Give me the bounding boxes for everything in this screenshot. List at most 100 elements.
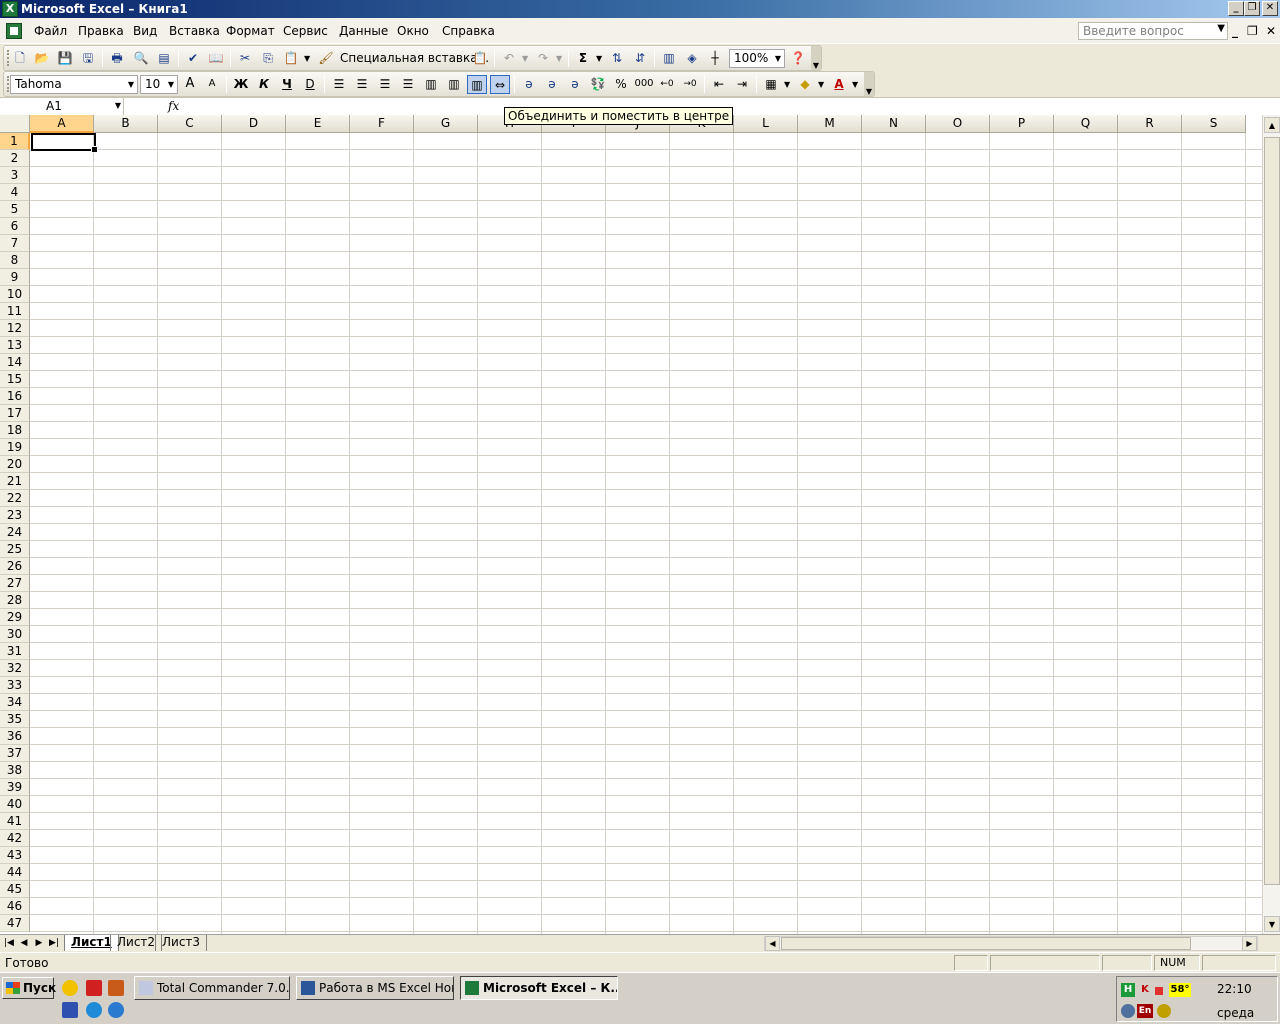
align-left-icon[interactable]: ☰ (329, 75, 349, 94)
task-excel[interactable]: Microsoft Excel – К... (460, 976, 618, 1000)
print-preview-icon[interactable]: 🔍 (131, 49, 151, 68)
row-header-40[interactable]: 40 (0, 796, 30, 813)
quicklaunch-tc-icon[interactable] (62, 1002, 78, 1018)
research-icon[interactable]: ▤ (154, 49, 174, 68)
underline-button[interactable]: Ч (277, 75, 297, 94)
menu-help[interactable]: Справка (442, 24, 495, 38)
doc-close-button[interactable]: ✕ (1266, 24, 1276, 38)
open-folder-icon[interactable]: 📂 (32, 49, 52, 68)
scroll-up-icon[interactable]: ▲ (1264, 117, 1280, 133)
doc-minimize-button[interactable]: _ (1232, 24, 1238, 38)
tray-alert-icon[interactable] (1155, 987, 1163, 995)
chevron-down-icon[interactable]: ▼ (115, 98, 121, 114)
close-button[interactable]: ✕ (1262, 1, 1278, 16)
row-header-21[interactable]: 21 (0, 473, 30, 490)
quicklaunch-ie-icon[interactable] (86, 1002, 102, 1018)
row-header-3[interactable]: 3 (0, 167, 30, 184)
chevron-down-icon[interactable]: ▼ (784, 76, 790, 93)
paste-icon[interactable]: 📋 (281, 49, 301, 68)
text-direction-3-icon[interactable]: ǝ (565, 75, 585, 94)
insert-function-icon[interactable]: fx (168, 99, 179, 113)
row-header-32[interactable]: 32 (0, 660, 30, 677)
row-header-15[interactable]: 15 (0, 371, 30, 388)
active-cell[interactable] (31, 133, 98, 153)
align-right-icon[interactable]: ☰ (375, 75, 395, 94)
spelling-icon[interactable]: ✔ (183, 49, 203, 68)
row-header-37[interactable]: 37 (0, 745, 30, 762)
task-word-document[interactable]: Работа в MS Excel Нов... (296, 976, 454, 1000)
distributed-icon[interactable]: ▥ (421, 75, 441, 94)
row-header-47[interactable]: 47 (0, 915, 30, 932)
row-header-11[interactable]: 11 (0, 303, 30, 320)
quicklaunch-desktop-icon[interactable] (108, 1002, 124, 1018)
chevron-down-icon[interactable]: ▼ (772, 50, 784, 67)
new-document-icon[interactable]: 🗋 (10, 49, 30, 68)
row-header-39[interactable]: 39 (0, 779, 30, 796)
row-header-33[interactable]: 33 (0, 677, 30, 694)
column-header-b[interactable]: B (94, 115, 158, 133)
row-header-42[interactable]: 42 (0, 830, 30, 847)
menu-file[interactable]: Файл (34, 24, 67, 38)
row-header-35[interactable]: 35 (0, 711, 30, 728)
justify-icon[interactable]: ☰ (398, 75, 418, 94)
row-header-36[interactable]: 36 (0, 728, 30, 745)
toolbar-options-icon[interactable]: ▼ (811, 46, 821, 70)
column-header-q[interactable]: Q (1054, 115, 1118, 133)
row-header-46[interactable]: 46 (0, 898, 30, 915)
zoom-combo[interactable]: 100% ▼ (729, 49, 785, 68)
row-header-28[interactable]: 28 (0, 592, 30, 609)
row-header-44[interactable]: 44 (0, 864, 30, 881)
research-book-icon[interactable]: 📖 (206, 49, 226, 68)
autosum-icon[interactable]: Σ (573, 49, 593, 68)
chevron-down-icon[interactable]: ▼ (852, 76, 858, 93)
paste-values-icon[interactable]: 📋 (470, 49, 490, 68)
vertical-scrollbar[interactable]: ▲ ▼ (1262, 115, 1280, 934)
row-header-10[interactable]: 10 (0, 286, 30, 303)
clock-time[interactable]: 22:10 (1217, 982, 1252, 996)
restore-button[interactable]: ❐ (1244, 1, 1260, 16)
row-header-1[interactable]: 1 (0, 133, 30, 150)
column-header-e[interactable]: E (286, 115, 350, 133)
tray-h-icon[interactable]: H (1121, 983, 1135, 997)
row-header-23[interactable]: 23 (0, 507, 30, 524)
column-header-c[interactable]: C (158, 115, 222, 133)
menu-tools[interactable]: Сервис (283, 24, 328, 38)
row-header-9[interactable]: 9 (0, 269, 30, 286)
chevron-down-icon[interactable]: ▼ (596, 50, 602, 67)
horizontal-scroll-thumb[interactable] (781, 937, 1191, 950)
kaspersky-icon[interactable]: K (1138, 983, 1152, 997)
merge-and-center-button[interactable]: ⇔ (490, 75, 510, 94)
speaker-icon[interactable] (1157, 1004, 1171, 1018)
shrink-font-icon[interactable]: A (202, 75, 222, 94)
temperature-indicator[interactable]: 58° (1169, 983, 1191, 997)
chevron-down-icon[interactable]: ▼ (818, 76, 824, 93)
grow-font-icon[interactable]: A (180, 75, 200, 94)
row-header-13[interactable]: 13 (0, 337, 30, 354)
row-header-19[interactable]: 19 (0, 439, 30, 456)
paste-special-button[interactable]: Специальная вставка... (340, 51, 489, 65)
quicklaunch-avast-icon[interactable] (62, 980, 78, 996)
column-header-l[interactable]: L (734, 115, 798, 133)
row-header-5[interactable]: 5 (0, 201, 30, 218)
menu-data[interactable]: Данные (339, 24, 388, 38)
redo-icon[interactable]: ↷ (533, 49, 553, 68)
row-header-8[interactable]: 8 (0, 252, 30, 269)
scroll-right-icon[interactable]: ▶ (1242, 936, 1257, 951)
language-indicator[interactable]: En (1137, 1004, 1153, 1018)
row-header-25[interactable]: 25 (0, 541, 30, 558)
column-header-s[interactable]: S (1182, 115, 1246, 133)
workbook-icon[interactable] (6, 23, 22, 39)
toolbar-options-icon[interactable]: ▼ (864, 72, 874, 96)
menu-insert[interactable]: Вставка (169, 24, 220, 38)
row-header-34[interactable]: 34 (0, 694, 30, 711)
row-header-18[interactable]: 18 (0, 422, 30, 439)
increase-indent-icon[interactable]: ⇥ (732, 75, 752, 94)
column-header-a[interactable]: A (30, 115, 94, 133)
font-name-combo[interactable]: Tahoma ▼ (10, 75, 138, 94)
align-distributed-icon[interactable]: ▥ (444, 75, 464, 94)
cell-grid[interactable] (30, 133, 1262, 934)
scroll-left-icon[interactable]: ◀ (765, 936, 780, 951)
bold-button[interactable]: Ж (231, 75, 251, 94)
row-header-12[interactable]: 12 (0, 320, 30, 337)
horizontal-scrollbar[interactable]: ◀ ▶ (764, 936, 1258, 951)
